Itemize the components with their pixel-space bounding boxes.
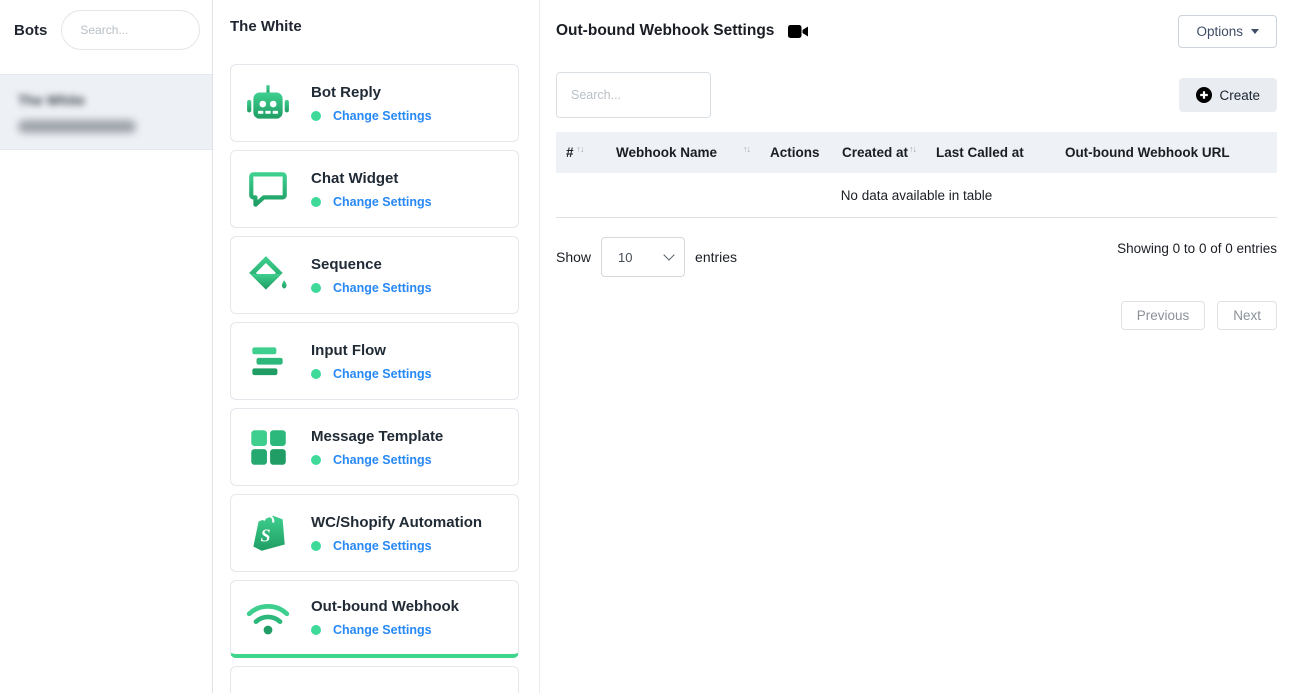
bot-phone-redacted bbox=[18, 120, 136, 133]
card-wc-shopify[interactable]: S WC/Shopify Automation Change Settings bbox=[230, 494, 519, 572]
change-settings-link[interactable]: Change Settings bbox=[333, 281, 432, 295]
column-header-created-at[interactable]: Created at↑↓ bbox=[832, 132, 926, 173]
card-title: Sequence bbox=[311, 256, 432, 273]
panel-header: Out-bound Webhook Settings Options bbox=[556, 14, 1277, 48]
table-toolbar: Create bbox=[556, 72, 1277, 118]
card-bot-reply[interactable]: Bot Reply Change Settings bbox=[230, 64, 519, 142]
card-title: Bot Reply bbox=[311, 84, 432, 101]
wifi-icon bbox=[245, 595, 291, 641]
card-title: Input Flow bbox=[311, 342, 432, 359]
change-settings-link[interactable]: Change Settings bbox=[333, 195, 432, 209]
empty-table-message: No data available in table bbox=[556, 173, 1277, 218]
webhook-settings-panel: Out-bound Webhook Settings Options Creat… bbox=[540, 0, 1293, 693]
table-footer: Show 10 entries Showing 0 to 0 of 0 entr… bbox=[556, 237, 1277, 277]
bot-list-item-selected[interactable]: The White bbox=[0, 74, 212, 150]
entries-summary: Showing 0 to 0 of 0 entries bbox=[1117, 237, 1277, 256]
status-dot bbox=[311, 625, 321, 635]
card-out-bound-webhook[interactable]: Out-bound Webhook Change Settings bbox=[230, 580, 519, 658]
options-button[interactable]: Options bbox=[1178, 15, 1277, 48]
change-settings-link[interactable]: Change Settings bbox=[333, 367, 432, 381]
card-title: WC/Shopify Automation bbox=[311, 514, 482, 531]
sidebar-header: Bots bbox=[0, 0, 212, 60]
caret-down-icon bbox=[1251, 29, 1259, 34]
status-dot bbox=[311, 283, 321, 293]
column-header-webhook-name[interactable]: Webhook Name↑↓ bbox=[606, 132, 760, 173]
change-settings-link[interactable]: Change Settings bbox=[333, 539, 432, 553]
card-message-template[interactable]: Message Template Change Settings bbox=[230, 408, 519, 486]
table-header-row: #↑↓ Webhook Name↑↓ Actions Created at↑↓ … bbox=[556, 132, 1277, 173]
shopify-bag-icon: S bbox=[245, 510, 291, 556]
card-input-flow[interactable]: Input Flow Change Settings bbox=[230, 322, 519, 400]
svg-text:S: S bbox=[261, 525, 271, 545]
column-header-index[interactable]: #↑↓ bbox=[556, 132, 606, 173]
card-title: Message Template bbox=[311, 428, 443, 445]
page-size-select[interactable]: 10 bbox=[601, 237, 685, 277]
bot-settings-panel: The White Bot Reply bbox=[213, 0, 540, 693]
chat-bubble-icon bbox=[245, 166, 291, 212]
plus-circle-icon bbox=[1196, 87, 1212, 103]
status-dot bbox=[311, 369, 321, 379]
sidebar-title: Bots bbox=[14, 22, 47, 39]
sort-icon: ↑↓ bbox=[743, 144, 750, 154]
card-partial-next[interactable] bbox=[230, 666, 519, 693]
card-sequence[interactable]: Sequence Change Settings bbox=[230, 236, 519, 314]
previous-button[interactable]: Previous bbox=[1121, 301, 1206, 330]
sort-icon: ↑↓ bbox=[909, 144, 916, 154]
bars-icon bbox=[245, 338, 291, 384]
change-settings-link[interactable]: Change Settings bbox=[333, 109, 432, 123]
change-settings-link[interactable]: Change Settings bbox=[333, 453, 432, 467]
card-chat-widget[interactable]: Chat Widget Change Settings bbox=[230, 150, 519, 228]
card-title: Out-bound Webhook bbox=[311, 598, 459, 615]
webhook-search-input[interactable] bbox=[556, 72, 711, 118]
page-title: Out-bound Webhook Settings bbox=[556, 22, 774, 40]
grid-icon bbox=[245, 424, 291, 470]
robot-icon bbox=[245, 80, 291, 126]
create-button-label: Create bbox=[1219, 88, 1260, 103]
entries-label: entries bbox=[695, 249, 737, 265]
bot-name-redacted: The White bbox=[18, 92, 85, 108]
change-settings-link[interactable]: Change Settings bbox=[333, 623, 432, 637]
status-dot bbox=[311, 197, 321, 207]
column-header-actions: Actions bbox=[760, 132, 832, 173]
empty-table-row: No data available in table bbox=[556, 173, 1277, 218]
settings-card-list: Bot Reply Change Settings Chat Widget bbox=[230, 64, 519, 693]
column-header-webhook-url: Out-bound Webhook URL bbox=[1055, 132, 1277, 173]
webhooks-table: #↑↓ Webhook Name↑↓ Actions Created at↑↓ … bbox=[556, 132, 1277, 218]
bots-search-input[interactable] bbox=[61, 10, 200, 50]
column-header-last-called-at: Last Called at bbox=[926, 132, 1055, 173]
bot-panel-title: The White bbox=[230, 18, 519, 35]
video-camera-icon[interactable] bbox=[788, 24, 809, 39]
app-root: Bots The White The White bbox=[0, 0, 1293, 693]
next-button[interactable]: Next bbox=[1217, 301, 1277, 330]
options-button-label: Options bbox=[1196, 24, 1243, 39]
status-dot bbox=[311, 541, 321, 551]
create-button[interactable]: Create bbox=[1179, 78, 1277, 112]
pagination: Previous Next bbox=[556, 301, 1277, 330]
card-title: Chat Widget bbox=[311, 170, 432, 187]
bots-sidebar: Bots The White bbox=[0, 0, 213, 693]
sort-icon: ↑↓ bbox=[577, 144, 584, 154]
status-dot bbox=[311, 455, 321, 465]
show-label: Show bbox=[556, 249, 591, 265]
paint-bucket-icon bbox=[245, 252, 291, 298]
status-dot bbox=[311, 111, 321, 121]
page-size-control: Show 10 entries bbox=[556, 237, 737, 277]
